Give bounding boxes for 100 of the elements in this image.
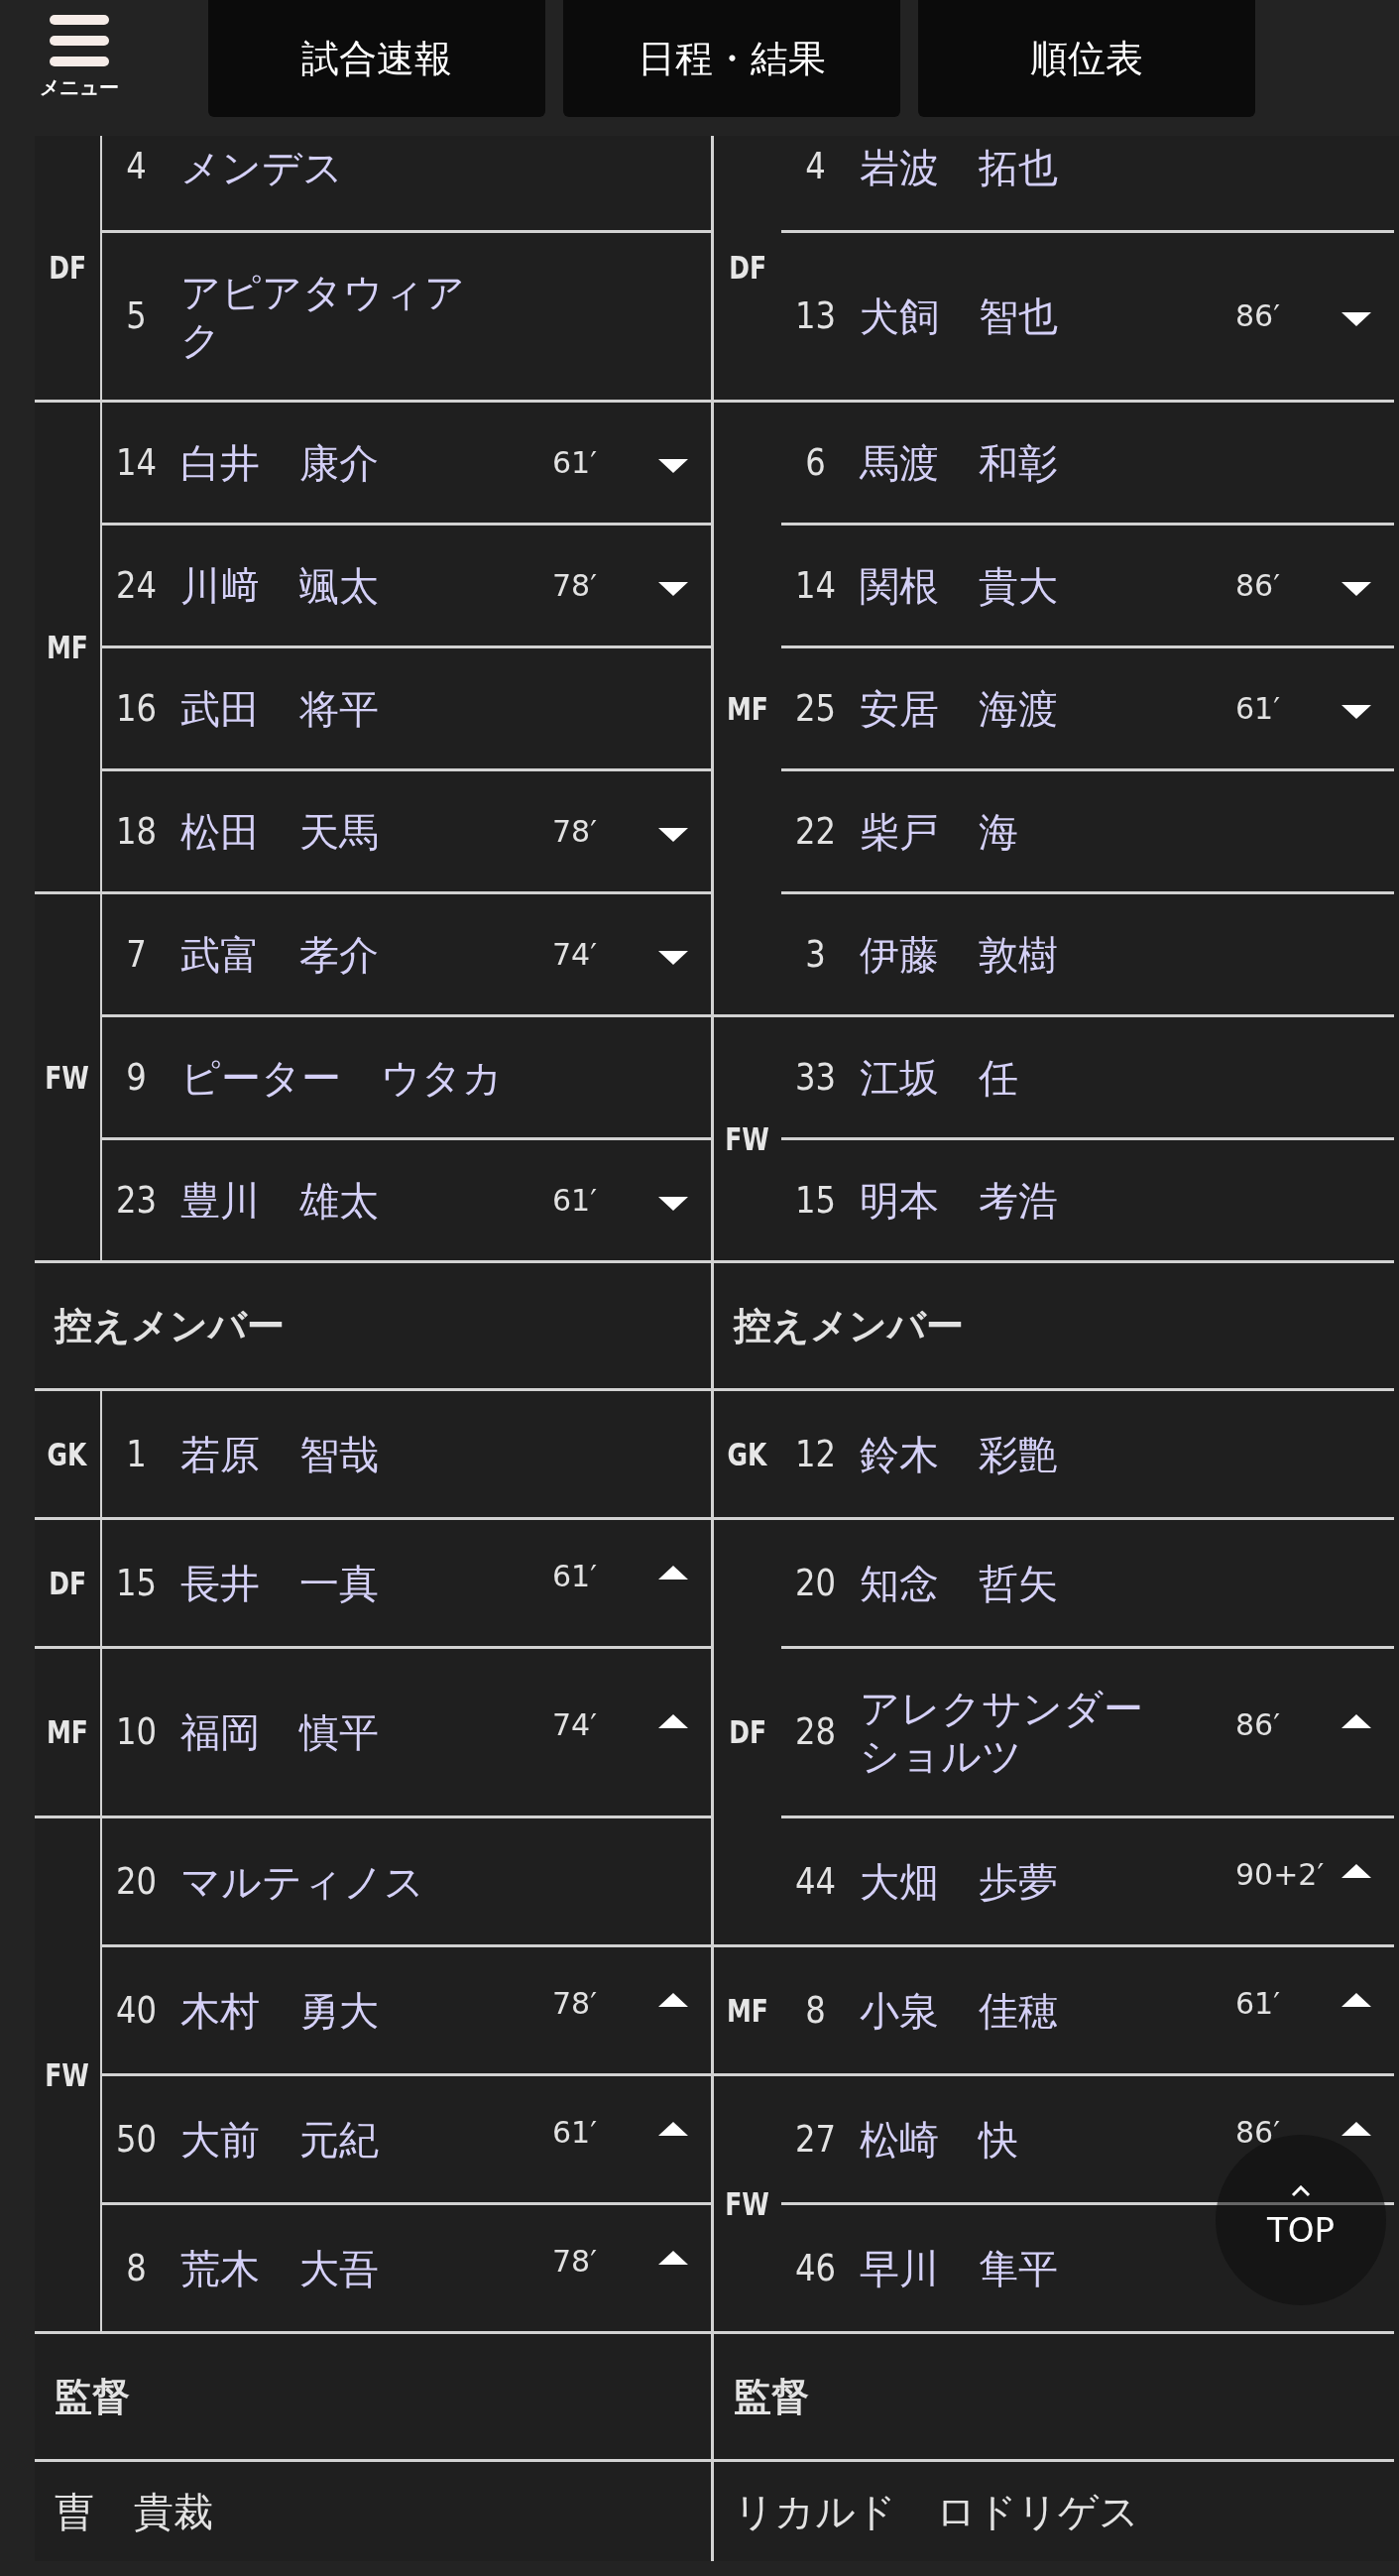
- player-number: 5: [125, 293, 148, 339]
- player-name: 木村 勇大: [180, 1986, 379, 2035]
- player-number: 40: [114, 1987, 159, 2034]
- position-label: MF: [47, 627, 88, 668]
- player-name: 福岡 慎平: [180, 1708, 379, 1756]
- player-name: 関根 貴大: [860, 561, 1058, 610]
- player-name: 大畑 歩夢: [860, 1857, 1058, 1906]
- player-name: アレクサンダー: [860, 1685, 1143, 1732]
- position-label: FW: [45, 2054, 90, 2096]
- player-name: 若原 智哉: [180, 1430, 379, 1478]
- substitution-minute: 78′: [552, 1985, 597, 2022]
- substitution-minute: 90+2′: [1235, 1856, 1325, 1893]
- position-label: MF: [727, 1990, 768, 2032]
- player-number: 14: [793, 562, 838, 609]
- section-heading: 控えメンバー: [734, 1302, 964, 1349]
- player-number: 8: [804, 1987, 827, 2034]
- player-number: 27: [793, 2116, 838, 2163]
- player-number: 16: [114, 685, 159, 732]
- player-name: 知念 哲矢: [860, 1559, 1058, 1607]
- player-name: 安居 海渡: [860, 684, 1058, 733]
- substitution-minute: 86′: [1235, 567, 1280, 604]
- player-name: 明本 考浩: [860, 1176, 1058, 1225]
- section-heading: 監督: [55, 2373, 130, 2420]
- player-number: 14: [114, 439, 159, 486]
- position-label: DF: [49, 1563, 86, 1604]
- player-name: 松崎 快: [860, 2115, 1018, 2164]
- substitution-minute: 86′: [1235, 1707, 1280, 1743]
- manager-name: 曺 貴裁: [55, 2488, 213, 2535]
- player-name: 大前 元紀: [180, 2115, 379, 2164]
- substitution-minute: 74′: [552, 1707, 597, 1743]
- player-name: 白井 康介: [180, 438, 379, 487]
- player-name: 荒木 大吾: [180, 2244, 379, 2292]
- player-name: マルティノス: [180, 1857, 424, 1906]
- player-name: メンデス: [180, 144, 343, 191]
- substitution-minute: 61′: [552, 2114, 597, 2151]
- position-label: DF: [729, 248, 766, 289]
- player-name: アピアタウィア: [180, 269, 465, 316]
- player-number: 7: [125, 931, 148, 978]
- player-name: 江坂 任: [860, 1053, 1018, 1102]
- player-name: ピーター ウタカ: [180, 1053, 503, 1102]
- player-name: 鈴木 彩艶: [860, 1430, 1058, 1478]
- player-number: 13: [793, 293, 838, 339]
- player-name: ショルツ: [860, 1732, 1022, 1780]
- substitution-minute: 78′: [552, 2243, 597, 2280]
- position-label: DF: [49, 248, 86, 289]
- substitution-minute: 74′: [552, 936, 597, 973]
- position-label: MF: [727, 688, 768, 730]
- player-number: 10: [114, 1709, 159, 1755]
- player-number: 3: [804, 931, 827, 978]
- player-name: 川﨑 颯太: [180, 561, 379, 610]
- substitution-minute: 86′: [1235, 298, 1280, 334]
- player-name: 早川 隼平: [860, 2244, 1058, 2292]
- position-label: FW: [45, 1057, 90, 1099]
- player-name: 武田 将平: [180, 684, 379, 733]
- player-number: 9: [125, 1054, 148, 1101]
- substitution-minute: 61′: [552, 444, 597, 481]
- player-name: 武富 孝介: [180, 930, 379, 979]
- player-number: 15: [114, 1560, 159, 1606]
- player-number: 20: [114, 1858, 159, 1905]
- substitution-minute: 61′: [552, 1182, 597, 1219]
- nav-button[interactable]: 順位表: [918, 0, 1255, 117]
- player-number: 50: [114, 2116, 159, 2163]
- player-name: 豊川 雄太: [180, 1176, 379, 1225]
- player-name: 犬飼 智也: [860, 293, 1058, 340]
- player-number: 33: [793, 1054, 838, 1101]
- substitution-minute: 61′: [552, 1558, 597, 1594]
- player-number: 12: [793, 1431, 838, 1477]
- player-number: 28: [793, 1709, 838, 1755]
- player-number: 4: [125, 144, 148, 189]
- player-number: 23: [114, 1177, 159, 1224]
- player-number: 24: [114, 562, 159, 609]
- section-heading: 監督: [734, 2373, 809, 2420]
- player-number: 6: [804, 439, 827, 486]
- menu-icon: [50, 15, 109, 66]
- player-number: 4: [804, 144, 827, 189]
- player-name: ク: [180, 316, 221, 364]
- substitution-minute: 61′: [1235, 690, 1280, 727]
- menu-button[interactable]: メニュー: [0, 0, 159, 117]
- substitution-minute: 61′: [1235, 1985, 1280, 2022]
- position-label: MF: [47, 1712, 88, 1753]
- player-number: 20: [793, 1560, 838, 1606]
- player-name: 柴戸 海: [860, 807, 1018, 856]
- section-heading: 控えメンバー: [55, 1302, 285, 1349]
- position-label: GK: [48, 1434, 87, 1475]
- player-number: 1: [125, 1431, 148, 1477]
- chevron-up-icon: [1291, 2184, 1311, 2197]
- player-number: 46: [793, 2245, 838, 2291]
- player-number: 25: [793, 685, 838, 732]
- player-name: 伊藤 敦樹: [860, 930, 1058, 979]
- player-name: 馬渡 和彰: [860, 438, 1058, 487]
- position-label: FW: [725, 2183, 770, 2225]
- nav-button[interactable]: 日程・結果: [563, 0, 900, 117]
- substitution-minute: 78′: [552, 813, 597, 850]
- nav-button[interactable]: 試合速報: [208, 0, 545, 117]
- substitution-minute: 78′: [552, 567, 597, 604]
- player-number: 44: [793, 1858, 838, 1905]
- player-name: 松田 天馬: [180, 807, 379, 856]
- manager-name: リカルド ロドリゲス: [734, 2488, 1139, 2535]
- player-name: 長井 一真: [180, 1559, 379, 1607]
- player-number: 15: [793, 1177, 838, 1224]
